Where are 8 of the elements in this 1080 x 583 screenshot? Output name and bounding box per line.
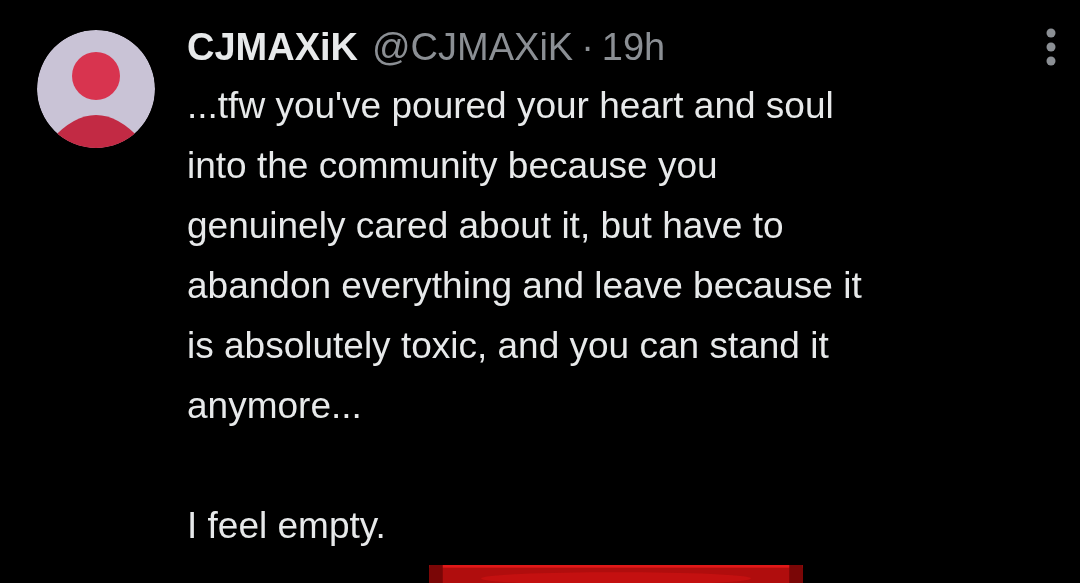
separator: · [581,28,594,66]
post-text: ...tfw you've poured your heart and soul into the community because you genuinely cared about it, but have to abandon everything and leave because it is absolutely toxic, and you can stand it anymore... [187,84,863,428]
post-text: I feel empty. [187,504,387,548]
more-options-icon[interactable] [1046,28,1056,66]
avatar[interactable] [37,30,155,148]
post-time[interactable]: 19h [601,28,666,66]
display-name[interactable]: CJMAXiK [187,28,359,66]
user-handle[interactable]: @CJMAXiK [372,28,574,66]
